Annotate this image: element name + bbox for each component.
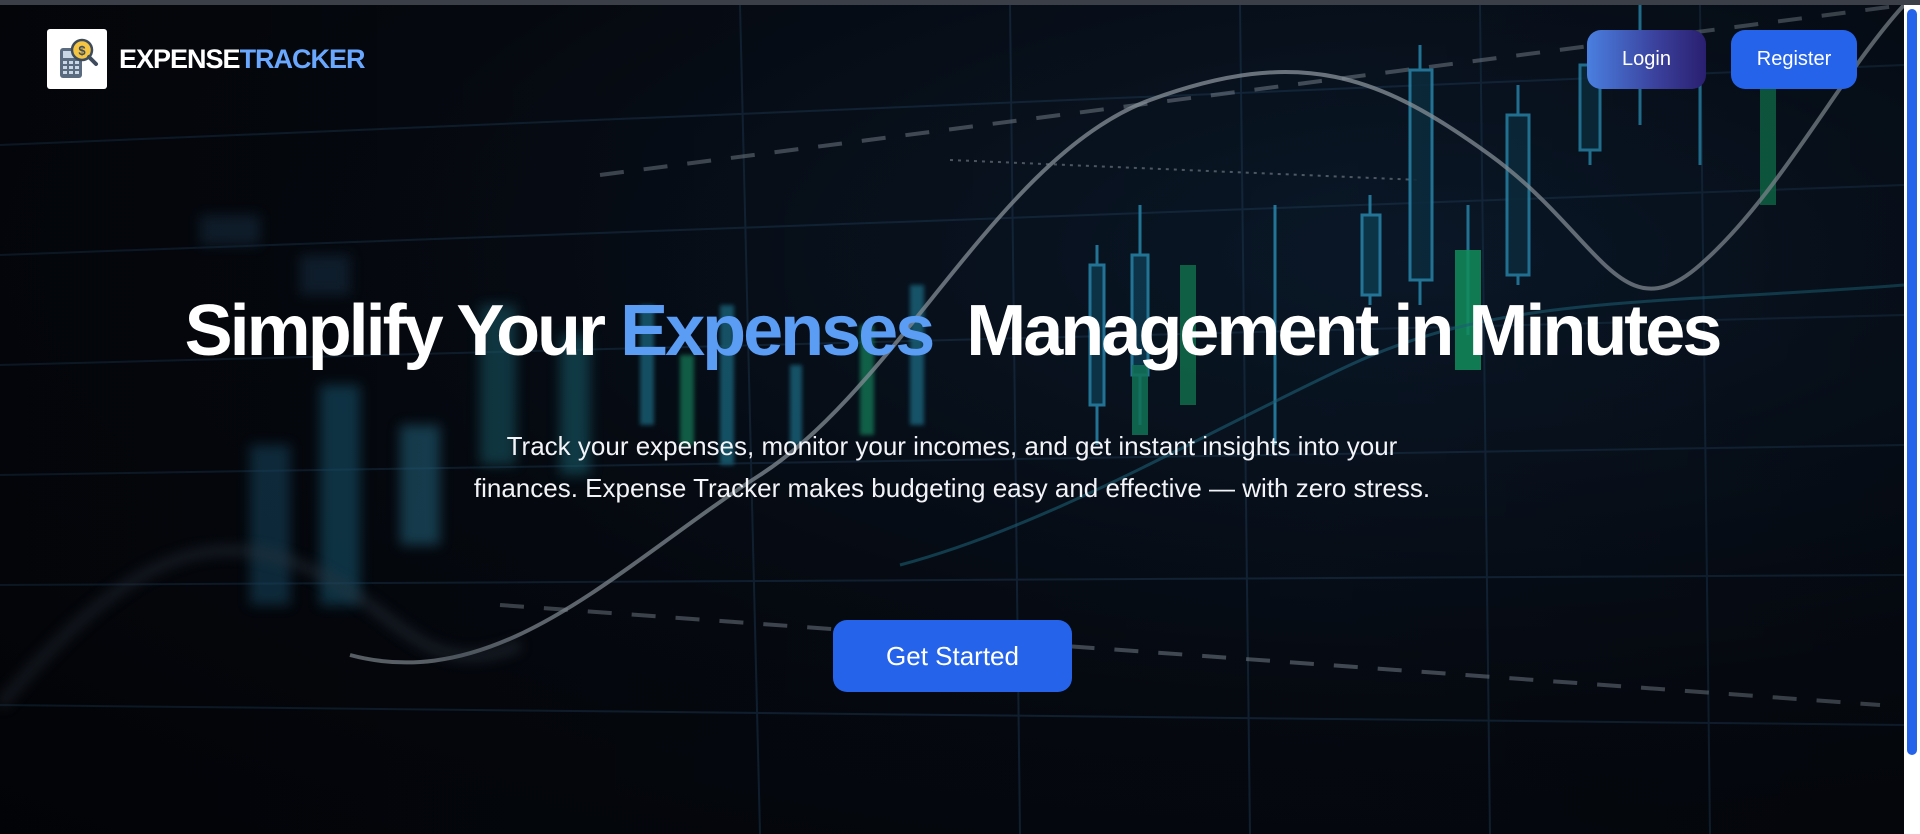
headline-accent: Expenses: [620, 291, 935, 371]
hero-subtext: Track your expenses, monitor your income…: [473, 431, 1431, 503]
navbar: $ EXPENSETRACKER Login Register: [0, 5, 1904, 115]
hero-headline: Simplify Your Expenses Management in Min…: [0, 290, 1904, 372]
login-button[interactable]: Login: [1587, 30, 1706, 89]
hero-overlay: [0, 5, 1904, 834]
browser-top-strip: [0, 0, 1920, 5]
headline-part1: Simplify Your: [184, 291, 621, 371]
headline-part2: Management in Minutes: [932, 291, 1722, 371]
page-scrollbar[interactable]: [1904, 5, 1920, 834]
get-started-button[interactable]: Get Started: [833, 620, 1072, 692]
nav-actions: Login Register: [0, 30, 1904, 90]
scrollbar-thumb[interactable]: [1907, 9, 1917, 755]
register-button[interactable]: Register: [1731, 30, 1857, 89]
hero-section: $ EXPENSETRACKER Login Register Simplify…: [0, 5, 1904, 834]
